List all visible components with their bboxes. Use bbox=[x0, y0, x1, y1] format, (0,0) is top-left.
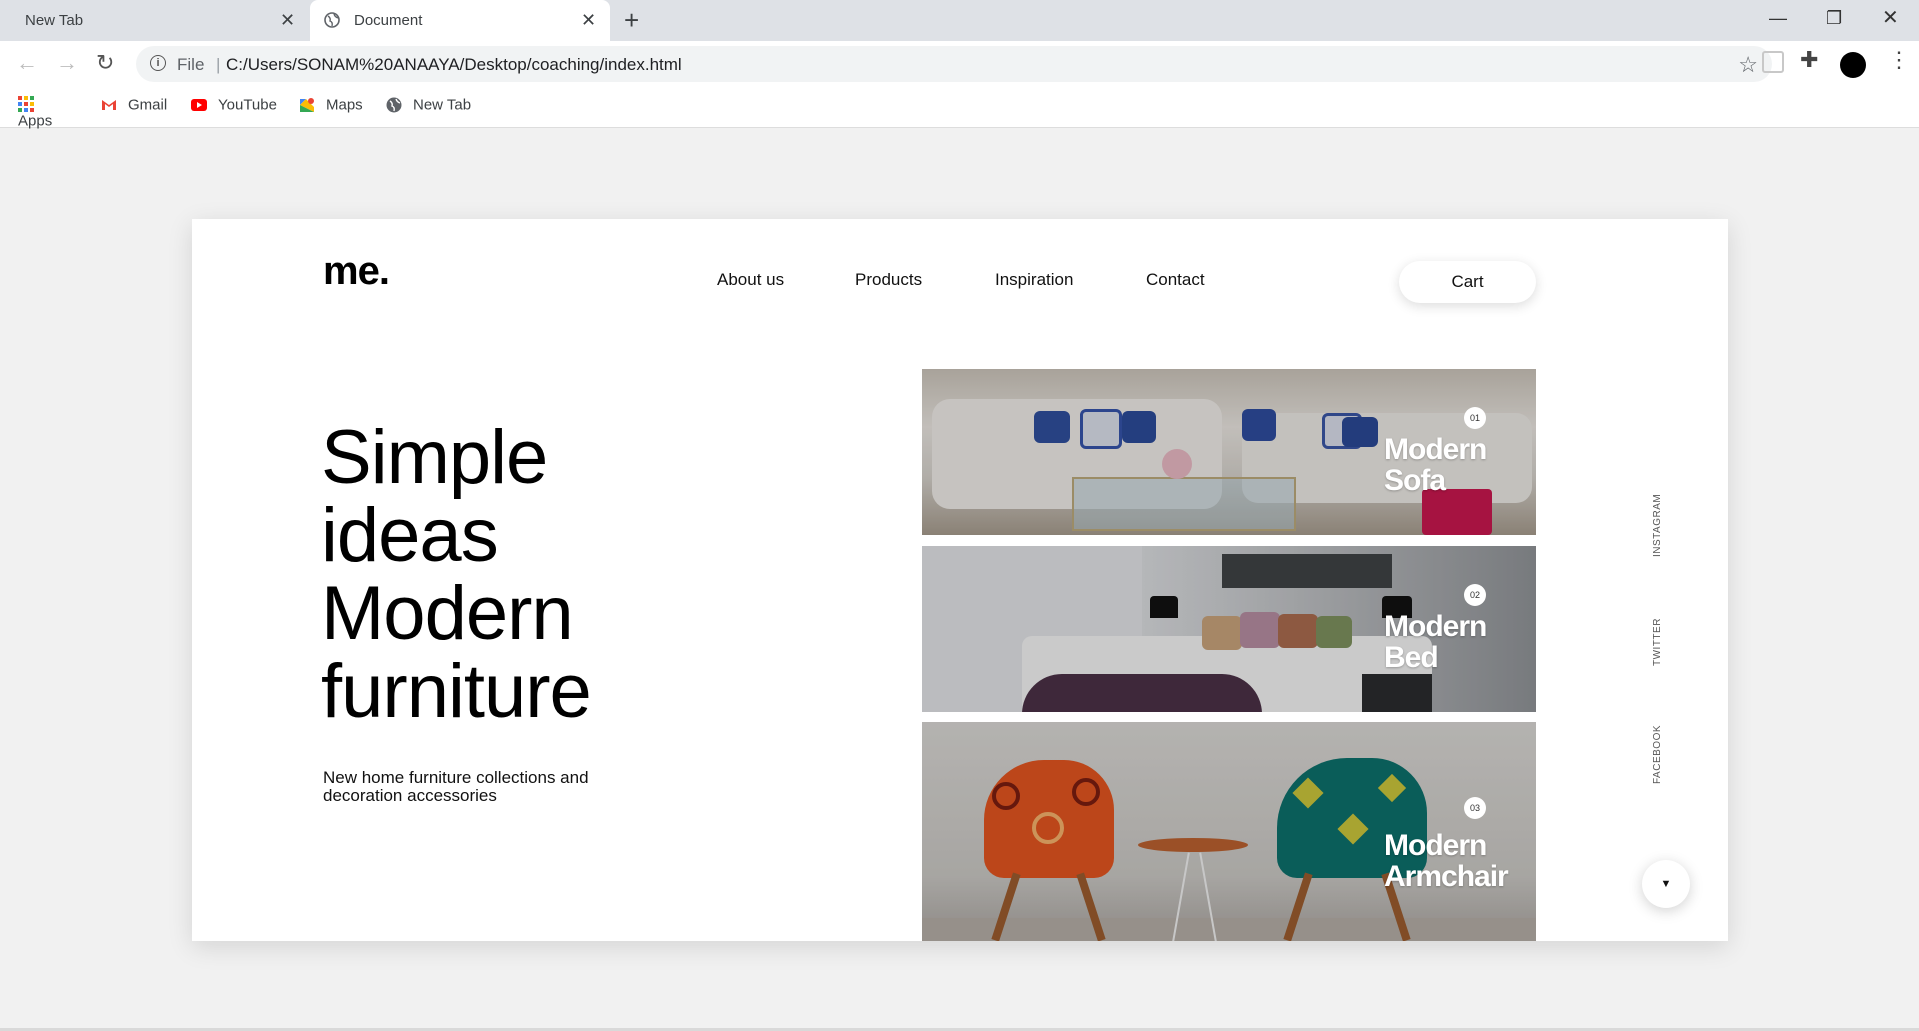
maps-icon bbox=[300, 98, 314, 113]
restore-icon[interactable]: ❐ bbox=[1826, 6, 1842, 30]
product-title-line: Modern bbox=[1384, 829, 1487, 862]
bookmark-apps[interactable]: Apps bbox=[18, 96, 52, 130]
tab-title: New Tab bbox=[25, 12, 84, 29]
tab-title: Document bbox=[354, 12, 423, 29]
gmail-icon bbox=[102, 100, 116, 111]
social-link-twitter[interactable]: TWITTER bbox=[1652, 618, 1663, 666]
back-arrow-icon[interactable]: ← bbox=[16, 50, 38, 76]
hero-subtitle: New home furniture collections and decor… bbox=[323, 768, 589, 805]
nav-link-about[interactable]: About us bbox=[717, 270, 784, 290]
url-text[interactable]: C:/Users/SONAM%20ANAAYA/Desktop/coaching… bbox=[226, 55, 682, 75]
hero-title-line: furniture bbox=[321, 649, 592, 734]
bookmark-gmail[interactable]: Gmail bbox=[100, 96, 167, 114]
nav-link-contact[interactable]: Contact bbox=[1146, 270, 1205, 290]
product-title: Modern Armchair bbox=[1384, 829, 1509, 893]
nav-link-products[interactable]: Products bbox=[855, 270, 922, 290]
close-icon[interactable]: ✕ bbox=[280, 10, 295, 30]
landing-card: me. About us Products Inspiration Contac… bbox=[192, 219, 1728, 941]
more-menu-icon[interactable]: ⋮ bbox=[1888, 47, 1910, 73]
scheme-label: File bbox=[177, 55, 205, 74]
product-title-line: Modern bbox=[1384, 433, 1487, 466]
bookmark-youtube[interactable]: YouTube bbox=[190, 96, 277, 114]
info-icon[interactable]: i bbox=[150, 55, 166, 71]
product-title-line: Sofa bbox=[1384, 464, 1446, 497]
product-number-badge: 03 bbox=[1464, 797, 1486, 819]
product-title: Modern Sofa bbox=[1384, 433, 1487, 497]
close-icon[interactable]: ✕ bbox=[581, 10, 596, 30]
product-number-badge: 02 bbox=[1464, 584, 1486, 606]
bookmark-label: New Tab bbox=[413, 96, 472, 114]
minimize-icon[interactable]: — bbox=[1769, 6, 1787, 30]
caret-down-icon: ▼ bbox=[1660, 878, 1672, 890]
scroll-down-button[interactable]: ▼ bbox=[1642, 860, 1690, 908]
tab-new-tab[interactable]: New Tab ✕ bbox=[0, 0, 306, 41]
product-card-armchair[interactable]: 03 Modern Armchair bbox=[922, 722, 1536, 941]
youtube-icon bbox=[191, 99, 207, 112]
address-bar[interactable]: i File | C:/Users/SONAM%20ANAAYA/Desktop… bbox=[136, 46, 1772, 82]
product-title: Modern Bed bbox=[1384, 610, 1487, 674]
hero-title-line: ideas bbox=[321, 493, 499, 578]
product-title-line: Armchair bbox=[1384, 860, 1509, 893]
apps-grid-icon bbox=[18, 96, 34, 112]
browser-toolbar: ← → ↻ i File | C:/Users/SONAM%20ANAAYA/D… bbox=[0, 41, 1919, 88]
globe-icon bbox=[386, 97, 402, 113]
bookmark-maps[interactable]: Maps bbox=[298, 96, 363, 114]
bookmark-label: Maps bbox=[326, 96, 363, 114]
hero-title-line: Simple bbox=[321, 415, 548, 500]
tab-document[interactable]: Document ✕ bbox=[310, 0, 610, 41]
nav-link-inspiration[interactable]: Inspiration bbox=[995, 270, 1073, 290]
site-logo[interactable]: me. bbox=[323, 249, 390, 294]
product-card-bed[interactable]: 02 Modern Bed bbox=[922, 546, 1536, 712]
avatar[interactable] bbox=[1840, 52, 1866, 78]
new-tab-button[interactable]: + bbox=[624, 7, 639, 33]
hero-title: Simple ideas Modern furniture bbox=[321, 419, 841, 731]
product-title-line: Modern bbox=[1384, 610, 1487, 643]
bookmark-label: Gmail bbox=[128, 96, 168, 114]
social-link-instagram[interactable]: INSTAGRAM bbox=[1652, 494, 1663, 557]
omnibox-separator: | bbox=[216, 55, 221, 74]
reload-icon[interactable]: ↻ bbox=[96, 50, 114, 76]
window-close-icon[interactable]: ✕ bbox=[1882, 6, 1899, 30]
social-link-facebook[interactable]: FACEBOOK bbox=[1652, 725, 1663, 784]
extension-icon[interactable] bbox=[1762, 51, 1784, 73]
bookmark-star-icon[interactable]: ☆ bbox=[1738, 52, 1758, 78]
bookmarks-bar: Apps Gmail YouTube Maps New Tab bbox=[0, 88, 1919, 130]
browser-tab-strip: New Tab ✕ Document ✕ + — ❐ ✕ bbox=[0, 0, 1919, 41]
bookmark-new-tab[interactable]: New Tab bbox=[385, 96, 471, 114]
bookmark-label: Apps bbox=[18, 112, 53, 130]
puzzle-icon[interactable]: ✚ bbox=[1800, 47, 1818, 73]
product-title-line: Bed bbox=[1384, 641, 1439, 674]
forward-arrow-icon[interactable]: → bbox=[56, 50, 78, 76]
hero-title-line: Modern bbox=[321, 571, 574, 656]
cart-button[interactable]: Cart bbox=[1399, 261, 1536, 303]
bookmark-label: YouTube bbox=[218, 96, 277, 114]
product-number-badge: 01 bbox=[1464, 407, 1486, 429]
globe-icon bbox=[324, 12, 340, 28]
product-card-sofa[interactable]: 01 Modern Sofa bbox=[922, 369, 1536, 535]
